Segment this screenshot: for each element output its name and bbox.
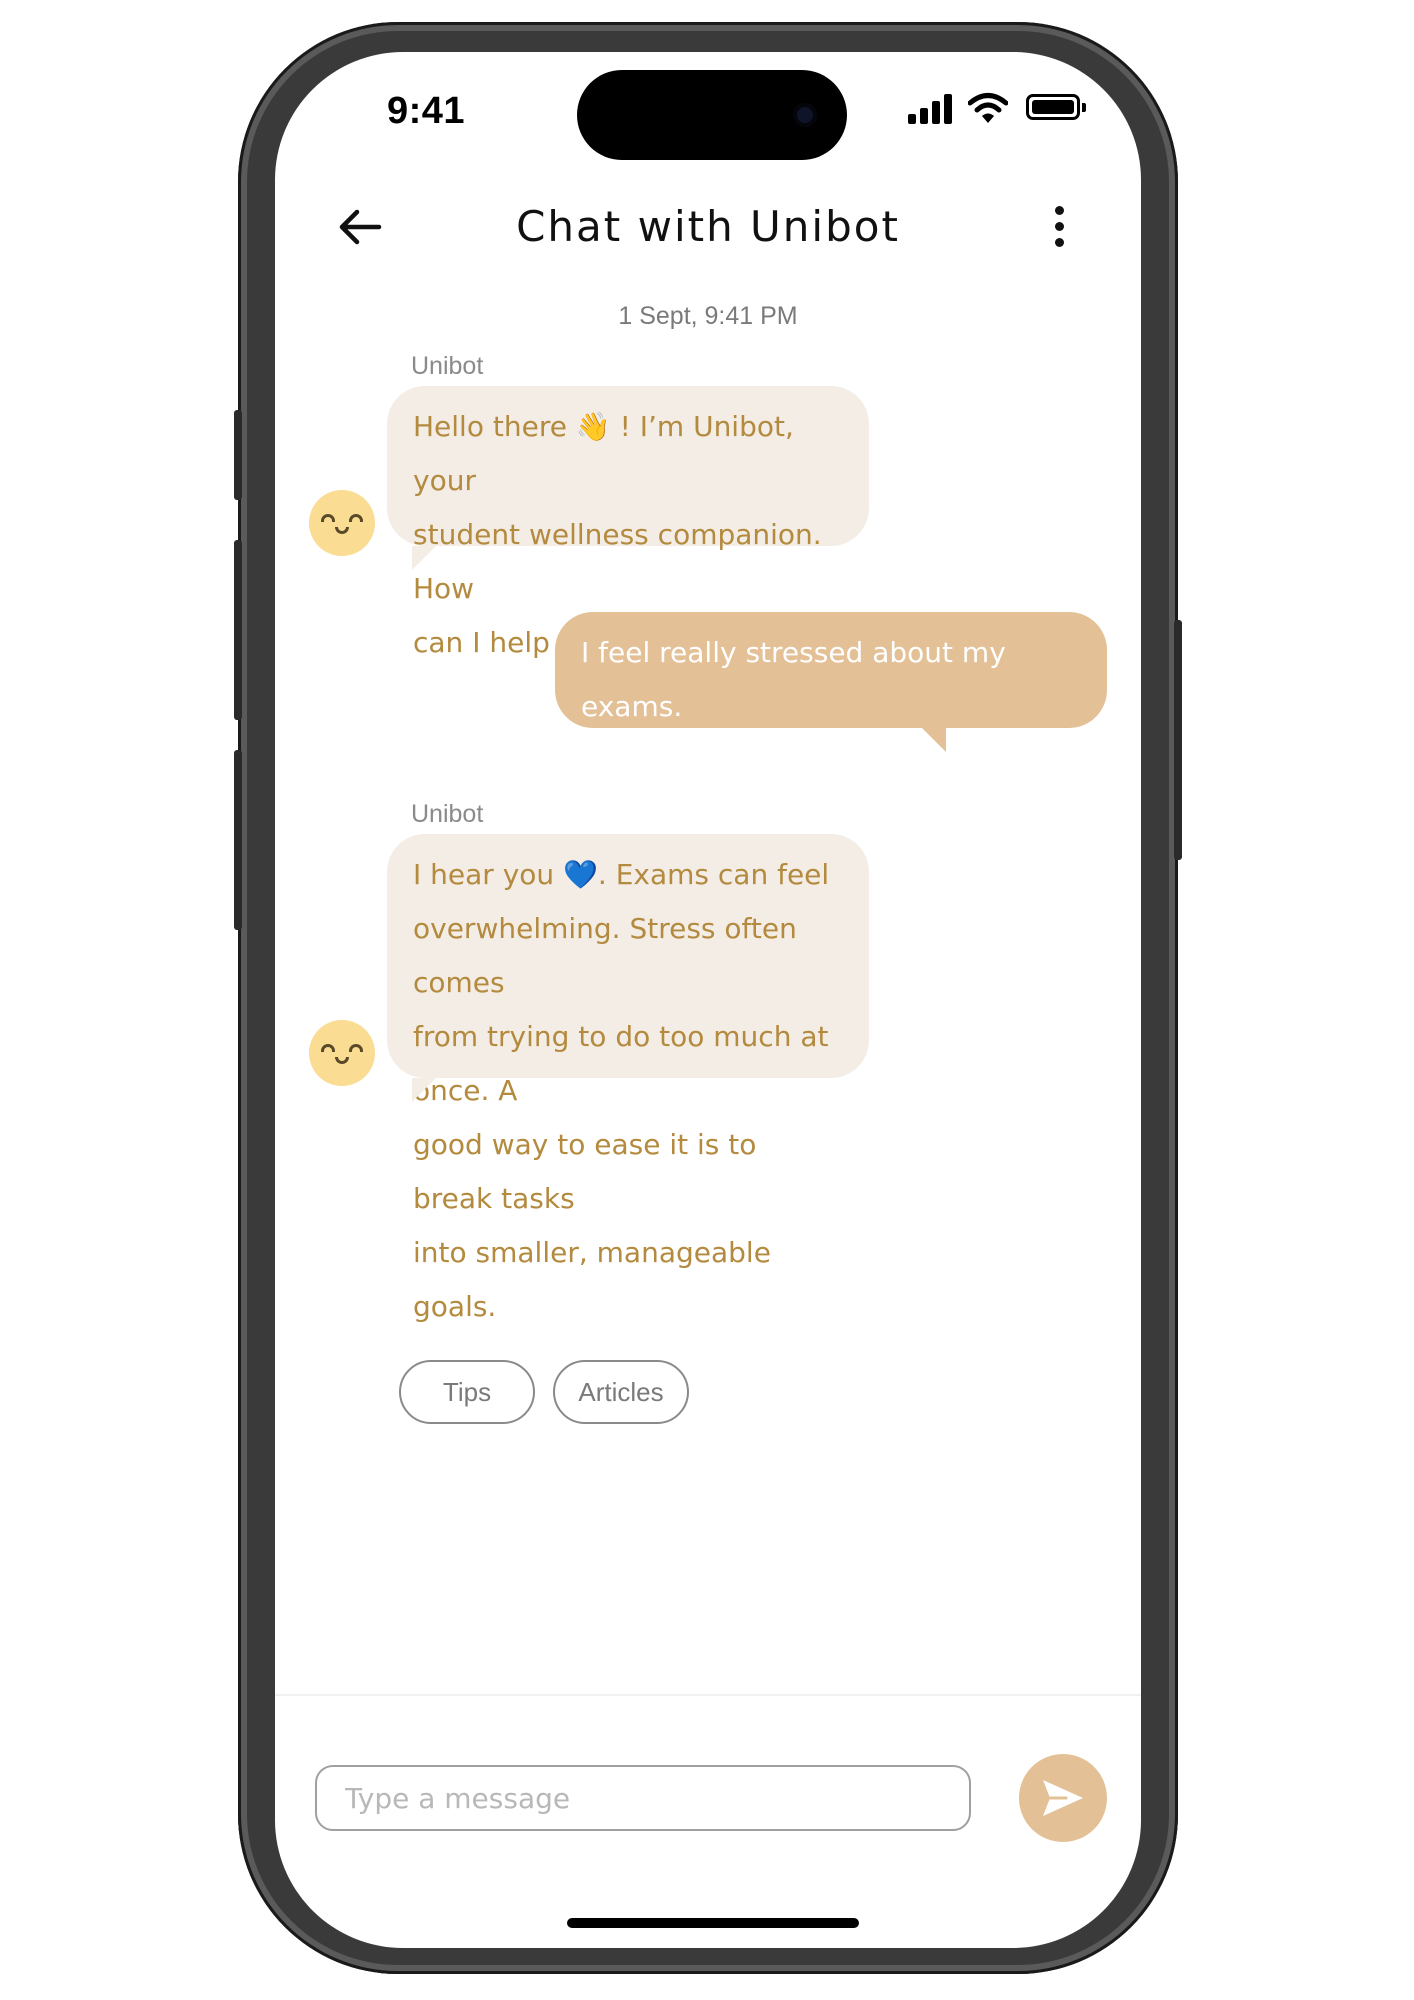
bubble-tail [412,546,436,570]
sender-label: Unibot [411,352,484,380]
unibot-avatar [309,490,375,556]
bot-message-bubble: Hello there 👋 ! I’m Unibot, your student… [387,386,869,659]
phone-screen: 9:41 Chat with Unibot 1 Sept, 9:41 PM Un… [275,52,1141,1948]
wifi-icon [968,93,1008,123]
message-input[interactable] [315,1765,971,1831]
chat-timestamp: 1 Sept, 9:41 PM [618,302,798,330]
bubble-tail [922,728,946,752]
status-icons [908,92,1098,132]
sender-label: Unibot [411,800,484,828]
message-line: from trying to do too much at once. A [413,1020,829,1107]
user-message-bubble: I feel really stressed about my exams. [555,612,1107,728]
status-time: 9:41 [387,90,466,132]
front-camera [793,103,817,127]
dynamic-island [577,70,847,160]
power-button [1174,620,1182,860]
cellular-signal-icon [908,92,952,124]
volume-up-button [234,540,242,720]
message-line: student wellness companion. How [413,518,822,605]
message-line: into smaller, manageable goals. [413,1236,771,1323]
bubble-tail [412,1078,436,1102]
mute-switch [234,410,242,500]
message-line: exams. [581,690,683,723]
message-line: good way to ease it is to break tasks [413,1128,757,1215]
composer-divider [275,1694,1141,1696]
battery-icon [1026,94,1086,120]
message-line: I hear you 💙. Exams can feel [413,858,830,891]
send-button[interactable] [1019,1754,1107,1842]
unibot-avatar [309,1020,375,1086]
message-line: I feel really stressed about my [581,636,1006,669]
more-options-icon[interactable] [1045,202,1075,252]
message-line: Hello there 👋 ! I’m Unibot, your [413,410,794,497]
volume-down-button [234,750,242,930]
message-line: overwhelming. Stress often comes [413,912,797,999]
page-title: Chat with Unibot [516,202,900,251]
back-arrow-icon[interactable] [335,202,385,252]
quick-reply-tips[interactable]: Tips [399,1360,535,1424]
bot-message-bubble: I hear you 💙. Exams can feel overwhelmin… [387,834,869,1323]
quick-reply-articles[interactable]: Articles [553,1360,689,1424]
home-indicator[interactable] [567,1918,859,1928]
send-icon [1043,1780,1083,1816]
